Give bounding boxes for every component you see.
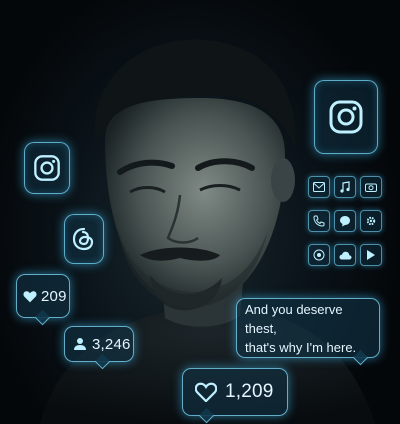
music-app-tile[interactable] (334, 176, 356, 198)
camera-icon (365, 183, 377, 192)
phone-icon (313, 215, 325, 227)
heart-icon (195, 382, 217, 402)
likes-notification-large[interactable]: 1,209 (182, 368, 288, 424)
likes-count-large: 1,209 (225, 381, 274, 402)
chat-app-tile[interactable] (334, 210, 356, 232)
instagram-icon (329, 100, 363, 134)
followers-count: 3,246 (92, 335, 131, 353)
settings-app-tile[interactable] (360, 210, 382, 232)
mail-icon (313, 182, 325, 192)
record-app-tile[interactable] (308, 244, 330, 266)
threads-app-tile[interactable] (64, 214, 104, 264)
message-bubble[interactable]: And you deserve thest, that's why I'm he… (236, 298, 380, 366)
likes-count-small: 209 (41, 287, 67, 305)
play-icon (367, 250, 375, 260)
play-app-tile[interactable] (360, 244, 382, 266)
cloud-icon (339, 251, 351, 259)
scene: 209 3,246 1,209 And you deserve thest, t… (0, 0, 400, 424)
threads-icon (72, 227, 94, 251)
camera-app-tile[interactable] (360, 176, 382, 198)
instagram-icon-large[interactable] (314, 80, 378, 154)
record-icon (313, 249, 325, 261)
message-line-2: that's why I'm here. (245, 339, 357, 355)
person-icon (74, 338, 86, 350)
instagram-icon (34, 155, 60, 181)
chat-icon (340, 216, 350, 227)
settings-icon (366, 216, 376, 226)
instagram-icon-small[interactable] (24, 142, 70, 194)
heart-icon (23, 290, 37, 302)
music-icon (340, 181, 350, 193)
followers-notification[interactable]: 3,246 (64, 326, 134, 370)
likes-notification-small[interactable]: 209 (16, 274, 70, 326)
cloud-app-tile[interactable] (334, 244, 356, 266)
message-line-1: And you deserve thest, (245, 301, 343, 336)
mail-app-tile[interactable] (308, 176, 330, 198)
phone-app-tile[interactable] (308, 210, 330, 232)
